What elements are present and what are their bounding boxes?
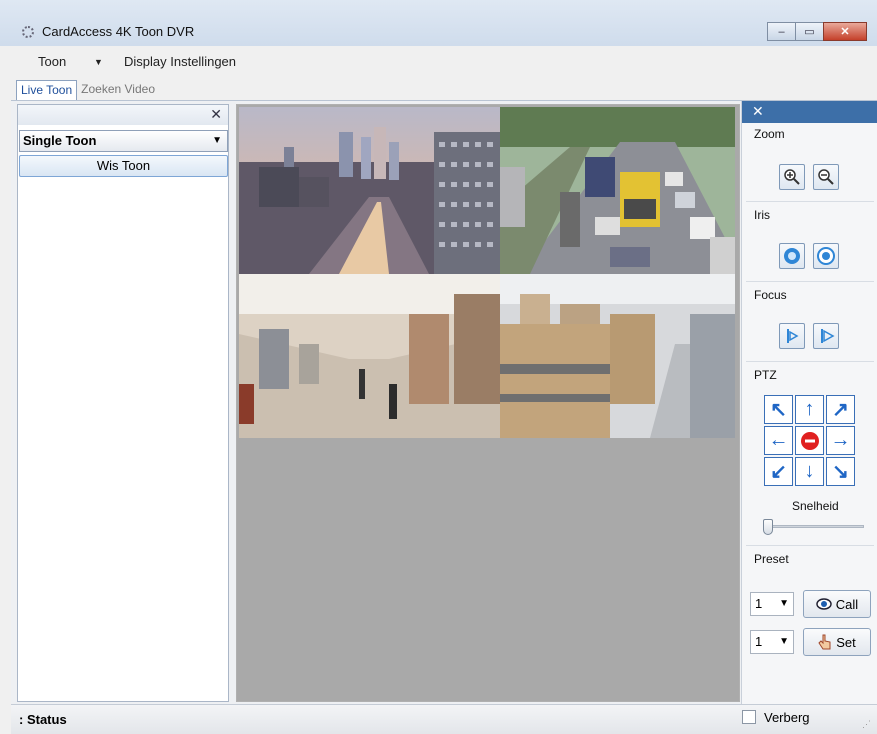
ptz-down-button[interactable]: ↓ (795, 457, 824, 486)
chevron-down-icon: ▼ (779, 598, 789, 609)
separator (746, 361, 874, 362)
ptz-down-left-button[interactable]: ↙ (764, 457, 793, 486)
view-mode-value: Single Toon (23, 133, 97, 148)
preset-set-button[interactable]: Set (803, 628, 871, 656)
zoom-out-icon (818, 169, 834, 185)
ptz-up-left-button[interactable]: ↖ (764, 395, 793, 424)
title-bar: CardAccess 4K Toon DVR – ▭ ✕ (0, 0, 877, 46)
menu-toon[interactable]: Toon (38, 54, 66, 69)
minimize-button[interactable]: – (767, 22, 796, 41)
ptz-right-button[interactable]: → (826, 426, 855, 455)
zoom-in-icon (784, 169, 800, 185)
preset-call-label: Call (835, 596, 859, 612)
app-window: CardAccess 4K Toon DVR – ▭ ✕ Toon ▼ Disp… (0, 0, 877, 734)
focus-near-icon (787, 329, 799, 343)
maximize-button[interactable]: ▭ (795, 22, 824, 41)
focus-label: Focus (754, 288, 787, 302)
camera-list-panel-header: ✕ (18, 105, 228, 125)
camera-tile-city[interactable] (239, 107, 500, 274)
ptz-stop-button[interactable] (795, 426, 824, 455)
video-view-area[interactable] (236, 104, 740, 702)
chevron-down-icon: ▼ (779, 636, 789, 647)
status-bar: : Status Verberg ⋰ (11, 704, 877, 734)
iris-close-button[interactable] (813, 243, 839, 269)
control-panel-header: ✕ (742, 101, 877, 123)
separator (746, 281, 874, 282)
speed-slider[interactable] (763, 519, 864, 535)
camera-tile-highway[interactable] (500, 107, 735, 274)
window-title: CardAccess 4K Toon DVR (42, 24, 195, 39)
ptz-label: PTZ (754, 368, 777, 382)
app-icon (22, 26, 34, 38)
iris-label: Iris (754, 208, 770, 222)
focus-far-button[interactable] (813, 323, 839, 349)
iris-open-icon (784, 248, 800, 264)
ptz-left-button[interactable]: ← (764, 426, 793, 455)
menu-toon-dropdown-icon[interactable]: ▼ (94, 57, 103, 67)
focus-far-icon (821, 329, 835, 343)
hide-label: Verberg (764, 710, 810, 725)
speed-slider-thumb[interactable] (763, 519, 773, 535)
focus-near-button[interactable] (779, 323, 805, 349)
view-mode-select[interactable]: Single Toon ▼ (19, 130, 228, 152)
iris-close-icon (817, 247, 835, 265)
separator (746, 545, 874, 546)
ptz-up-button[interactable]: ↑ (795, 395, 824, 424)
separator (746, 201, 874, 202)
preset-set-value: 1 (755, 634, 763, 649)
zoom-label: Zoom (754, 127, 785, 141)
ptz-pad: ↖ ↑ ↗ ← → ↙ ↓ ↘ (764, 395, 855, 486)
menu-bar: Toon ▼ Display Instellingen (0, 48, 877, 76)
camera-tile-mall[interactable] (239, 274, 500, 438)
close-button[interactable]: ✕ (823, 22, 867, 41)
eye-icon (816, 598, 832, 610)
clear-view-button[interactable]: Wis Toon (19, 155, 228, 177)
tab-strip: Live Toon Zoeken Video (16, 80, 159, 100)
preset-label: Preset (754, 552, 789, 566)
menu-display-instellingen[interactable]: Display Instellingen (124, 54, 236, 69)
speed-label: Snelheid (792, 499, 839, 513)
window-controls: – ▭ ✕ (767, 22, 867, 41)
zoom-in-button[interactable] (779, 164, 805, 190)
preset-call-select[interactable]: 1 ▼ (750, 592, 794, 616)
preset-call-button[interactable]: Call (803, 590, 871, 618)
camera-list-panel: ✕ Single Toon ▼ Wis Toon (17, 104, 229, 702)
workspace: ✕ Single Toon ▼ Wis Toon ✕ Zoom Iris Foc… (11, 100, 877, 705)
camera-control-panel: ✕ Zoom Iris Focus PTZ ↖ ↑ ↗ ← → ↙ ↓ ↘ Sn… (741, 101, 877, 705)
ptz-down-right-button[interactable]: ↘ (826, 457, 855, 486)
resize-grip-icon[interactable]: ⋰ (862, 719, 871, 730)
iris-open-button[interactable] (779, 243, 805, 269)
chevron-down-icon: ▼ (212, 135, 222, 146)
close-icon[interactable]: ✕ (752, 103, 764, 120)
tab-live-toon[interactable]: Live Toon (16, 80, 78, 100)
zoom-out-button[interactable] (813, 164, 839, 190)
camera-tile-warehouse[interactable] (500, 274, 735, 438)
stop-icon (800, 431, 819, 450)
preset-set-label: Set (836, 634, 856, 650)
status-label: : Status (19, 712, 67, 727)
ptz-up-right-button[interactable]: ↗ (826, 395, 855, 424)
tab-zoeken-video[interactable]: Zoeken Video (77, 80, 159, 100)
hand-pointer-icon (818, 634, 831, 650)
hide-checkbox[interactable] (742, 710, 756, 724)
close-icon[interactable]: ✕ (210, 106, 222, 123)
preset-call-value: 1 (755, 596, 763, 611)
preset-set-select[interactable]: 1 ▼ (750, 630, 794, 654)
